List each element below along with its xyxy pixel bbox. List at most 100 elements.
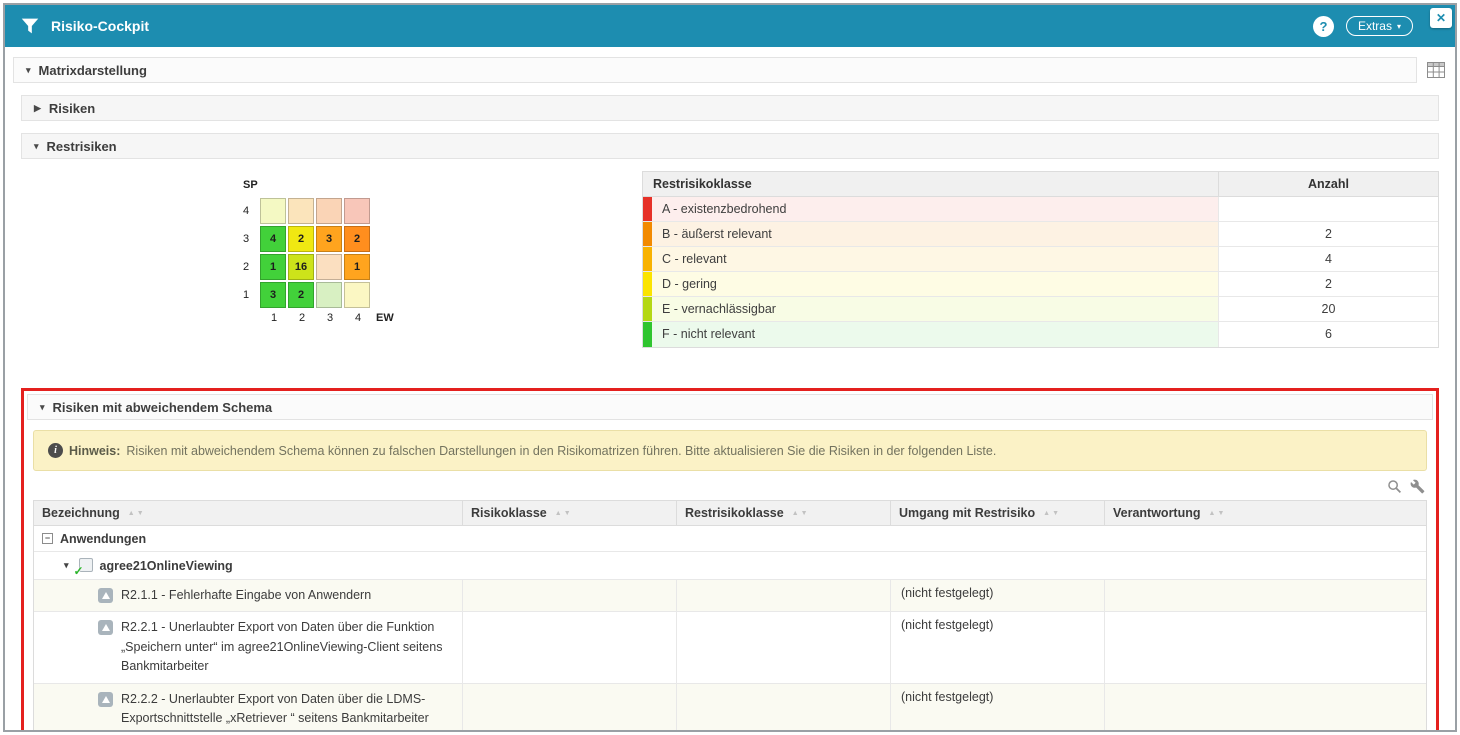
row-label: 3	[239, 233, 253, 245]
class-count: 6	[1218, 322, 1438, 347]
matrix-cell[interactable]: 3	[316, 226, 342, 252]
app-window: Risiko-Cockpit ? Extras ▾ ✕ ▾ Matrixdars…	[3, 3, 1457, 732]
table-view-icon[interactable]	[1425, 62, 1447, 78]
col-label: 2	[288, 312, 316, 324]
column-label: Restrisikoklasse	[685, 506, 784, 520]
col-label: 3	[316, 312, 344, 324]
search-icon[interactable]	[1387, 479, 1402, 494]
section-header-schema[interactable]: ▾ Risiken mit abweichendem Schema	[27, 394, 1433, 420]
restrisiko-row[interactable]: D - gering 2	[643, 272, 1438, 297]
cell-umgang: (nicht festgelegt)	[890, 684, 1104, 733]
collapse-minus-icon[interactable]: −	[42, 533, 53, 544]
titlebar: Risiko-Cockpit ? Extras ▾	[5, 5, 1455, 47]
cell-umgang: (nicht festgelegt)	[890, 580, 1104, 611]
matrix-cell[interactable]: 1	[260, 254, 286, 280]
matrix-cell[interactable]	[316, 282, 342, 308]
risk-row[interactable]: R2.1.1 - Fehlerhafte Eingabe von Anwende…	[34, 580, 1426, 612]
schema-table: Bezeichnung ▲▼ Risikoklasse ▲▼ Restrisik…	[33, 500, 1427, 732]
column-label: Bezeichnung	[42, 506, 120, 520]
risk-row[interactable]: R2.2.1 - Unerlaubter Export von Daten üb…	[34, 612, 1426, 683]
sort-desc-icon: ▼	[801, 510, 808, 517]
class-label: B - äußerst relevant	[652, 222, 1218, 246]
col-label: 4	[344, 312, 372, 324]
class-count	[1218, 197, 1438, 221]
sort-desc-icon: ▼	[1217, 510, 1224, 517]
class-label: D - gering	[652, 272, 1218, 296]
column-label: Umgang mit Restrisiko	[899, 506, 1035, 520]
section-header-risiken[interactable]: ▶ Risiken	[21, 95, 1439, 121]
sort-desc-icon: ▼	[137, 510, 144, 517]
hint-label: Hinweis:	[69, 444, 120, 458]
column-header-verantwortung[interactable]: Verantwortung ▲▼	[1104, 501, 1426, 525]
class-count: 2	[1218, 222, 1438, 246]
matrix-cell[interactable]: 1	[344, 254, 370, 280]
column-header-restrisikoklasse[interactable]: Restrisikoklasse ▲▼	[676, 501, 890, 525]
matrix-cell[interactable]: 2	[288, 226, 314, 252]
restrisiko-row[interactable]: C - relevant 4	[643, 247, 1438, 272]
risk-row[interactable]: R2.2.2 - Unerlaubter Export von Daten üb…	[34, 684, 1426, 733]
restrisiko-table: Restrisikoklasse Anzahl A - existenzbedr…	[642, 171, 1439, 348]
matrix-cell[interactable]: 16	[288, 254, 314, 280]
sort-icons: ▲▼	[555, 510, 571, 517]
restrisiko-row[interactable]: A - existenzbedrohend	[643, 197, 1438, 222]
section-header-matrixdarstellung[interactable]: ▾ Matrixdarstellung	[13, 57, 1417, 83]
matrix-cell[interactable]	[344, 198, 370, 224]
restrisiko-row[interactable]: F - nicht relevant 6	[643, 322, 1438, 347]
matrix-cell[interactable]	[316, 254, 342, 280]
extras-label: Extras	[1358, 19, 1392, 33]
section-label: Restrisiken	[47, 139, 117, 154]
risk-warning-icon	[98, 692, 113, 707]
collapse-icon: ▾	[34, 141, 39, 152]
column-header-restrisikoklasse: Restrisikoklasse	[643, 177, 1218, 191]
matrix-cell[interactable]	[344, 282, 370, 308]
column-header-risikoklasse[interactable]: Risikoklasse ▲▼	[462, 501, 676, 525]
cell-verantwortung	[1104, 612, 1426, 682]
cell-risikoklasse	[462, 612, 676, 682]
class-label: F - nicht relevant	[652, 322, 1218, 347]
cell-risikoklasse	[462, 684, 676, 733]
extras-button[interactable]: Extras ▾	[1346, 16, 1413, 36]
main-content: ▾ Matrixdarstellung ▶ Risiken	[5, 47, 1455, 732]
collapse-icon: ▾	[40, 402, 45, 413]
matrix-cell[interactable]: 2	[288, 282, 314, 308]
sort-asc-icon: ▲	[555, 510, 562, 517]
risk-warning-icon	[98, 620, 113, 635]
subgroup-row-agree21onlineviewing[interactable]: ▾ ✓ agree21OnlineViewing	[34, 552, 1426, 579]
sort-icons: ▲▼	[1209, 510, 1225, 517]
risk-title: R2.2.2 - Unerlaubter Export von Daten üb…	[121, 690, 452, 729]
help-button[interactable]: ?	[1313, 16, 1334, 37]
x-axis-label: EW	[376, 312, 394, 324]
section-header-restrisiken[interactable]: ▾ Restrisiken	[21, 133, 1439, 159]
titlebar-actions: ? Extras ▾	[1313, 16, 1413, 37]
column-header-bezeichnung[interactable]: Bezeichnung ▲▼	[34, 501, 462, 525]
matrix-cell[interactable]: 2	[344, 226, 370, 252]
cell-restrisikoklasse	[676, 684, 890, 733]
class-label: A - existenzbedrohend	[652, 197, 1218, 221]
subgroup-label: agree21OnlineViewing	[100, 559, 233, 573]
matrix-cell[interactable]: 3	[260, 282, 286, 308]
class-color-bar	[643, 297, 652, 321]
chevron-down-icon: ▾	[1397, 22, 1401, 31]
matrix-cell[interactable]	[288, 198, 314, 224]
risk-title: R2.2.1 - Unerlaubter Export von Daten üb…	[121, 618, 452, 676]
close-button[interactable]: ✕	[1430, 8, 1452, 28]
restrisiko-row[interactable]: E - vernachlässigbar 20	[643, 297, 1438, 322]
group-row-anwendungen[interactable]: − Anwendungen	[34, 526, 1426, 551]
risk-title: R2.1.1 - Fehlerhafte Eingabe von Anwende…	[121, 586, 371, 605]
class-count: 2	[1218, 272, 1438, 296]
section-label: Matrixdarstellung	[39, 63, 147, 78]
group-label: Anwendungen	[60, 532, 146, 546]
matrix-cell[interactable]: 4	[260, 226, 286, 252]
sort-asc-icon: ▲	[792, 510, 799, 517]
hint-text: Risiken mit abweichendem Schema können z…	[126, 444, 996, 458]
sort-desc-icon: ▼	[1052, 510, 1059, 517]
restrisiko-row[interactable]: B - äußerst relevant 2	[643, 222, 1438, 247]
collapse-icon[interactable]: ▾	[64, 560, 69, 571]
matrix-cell[interactable]	[316, 198, 342, 224]
column-header-umgang-mit-restrisiko[interactable]: Umgang mit Restrisiko ▲▼	[890, 501, 1104, 525]
wrench-icon[interactable]	[1410, 479, 1425, 494]
annotation-highlight-box: ▾ Risiken mit abweichendem Schema i Hinw…	[21, 388, 1439, 732]
col-label: 1	[260, 312, 288, 324]
matrix-cell[interactable]	[260, 198, 286, 224]
cell-restrisikoklasse	[676, 580, 890, 611]
